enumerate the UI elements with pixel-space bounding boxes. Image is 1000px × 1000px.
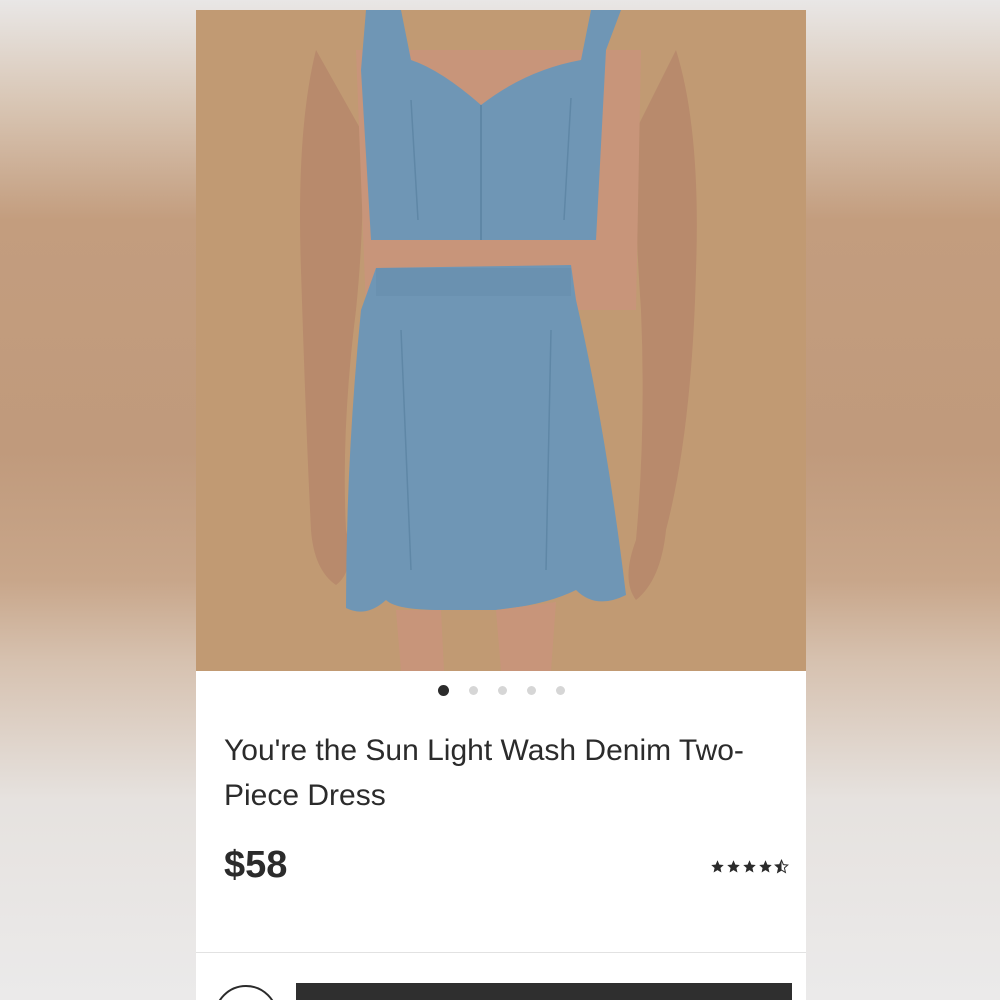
product-card: You're the Sun Light Wash Denim Two-Piec…	[196, 10, 806, 1000]
star-icon	[759, 860, 772, 873]
star-icon	[743, 860, 756, 873]
carousel-dot-1[interactable]	[437, 685, 449, 696]
product-title: You're the Sun Light Wash Denim Two-Piec…	[224, 734, 744, 812]
blurred-background-right	[806, 0, 1000, 1000]
star-icon	[711, 860, 724, 873]
carousel-dot-3[interactable]	[497, 686, 507, 695]
wishlist-button[interactable]	[214, 985, 278, 1000]
add-to-bag-button[interactable]	[296, 983, 792, 1000]
half-star-icon	[774, 859, 789, 874]
divider	[196, 952, 806, 953]
carousel-dot-5[interactable]	[555, 686, 565, 695]
product-price: $58	[224, 844, 288, 886]
blurred-background-left	[0, 0, 196, 1000]
carousel-dot-2[interactable]	[468, 686, 478, 695]
rating-stars[interactable]	[710, 859, 789, 874]
product-photo-illustration	[196, 10, 806, 671]
product-image[interactable]	[196, 10, 806, 671]
star-icon	[727, 860, 740, 873]
carousel-dot-4[interactable]	[526, 686, 536, 695]
carousel-dots	[196, 685, 806, 696]
